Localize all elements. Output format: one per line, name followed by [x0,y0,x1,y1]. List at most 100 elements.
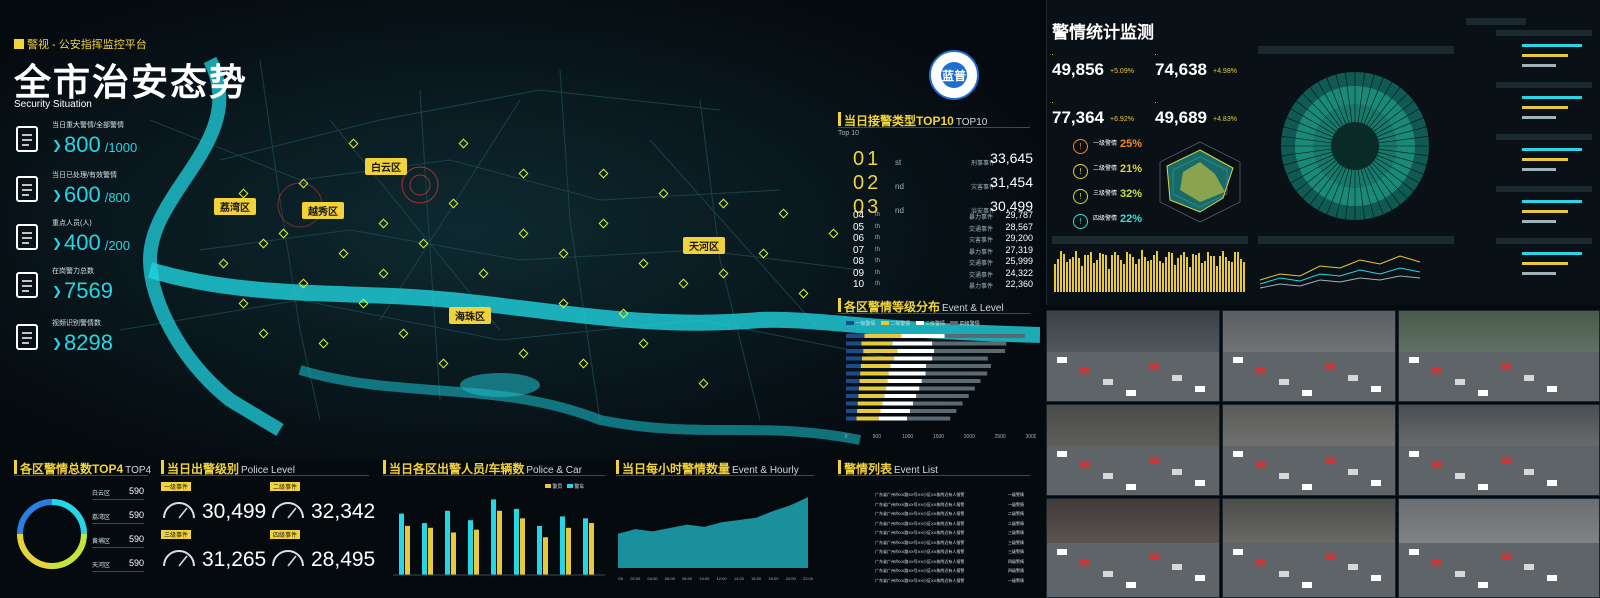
event-row[interactable]: 广东省广州市XX路XX号XX小区XX栋附近有人报警 一级警情 [853,502,1053,511]
level-bar-segment [846,364,861,368]
event-row[interactable]: 广东省广州市XX路XX号XX小区XX栋附近有人报警 三级警情 [853,549,1053,558]
camera-feed[interactable] [1046,498,1220,598]
camera-feed[interactable] [1398,310,1600,402]
event-row[interactable]: 广东省广州市XX路XX号XX小区XX栋附近有人报警 二级警情 [853,511,1053,520]
top10-rank: 02 [853,172,882,194]
top10-rank: 06 [853,233,865,244]
camera-vehicle [1302,582,1312,588]
monitor-bar [1174,265,1176,292]
police-car-title-en: Police & Car [526,465,582,476]
camera-feed[interactable] [1398,498,1600,598]
top10-category: 交通事件 [968,261,993,267]
top5-block [1496,238,1592,287]
district-label-baiyun[interactable]: 白云区 [365,158,407,175]
top10-rank: 01 [853,148,882,170]
camera-vehicle [1057,357,1067,363]
monitor-bar [1105,255,1107,292]
district-label-liwan[interactable]: 荔湾区 [214,198,256,215]
event-text: 广东省广州市XX路XX号XX小区XX栋附近有人报警 [875,549,965,554]
top10-suffix: st [895,158,902,167]
event-row[interactable]: 广东省广州市XX路XX号XX小区XX栋附近有人报警 三级警情 [853,540,1053,549]
top5-block [1496,30,1592,79]
monitor-bar [1165,257,1167,292]
top4-title: 各区警情总数TOP4 [20,462,124,476]
top10-category: 暴力事件 [968,215,993,221]
hourly-title-en: Event & Hourly [732,465,799,476]
level-percent: 22% [1120,213,1143,225]
police-car-bar [474,529,479,575]
monitor-bar [1141,250,1143,292]
top10-suffix: nd [895,182,904,191]
top10-suffix: th [875,258,881,264]
camera-feed[interactable] [1222,310,1396,402]
camera-feed[interactable] [1046,404,1220,496]
level-bar-segment [860,371,889,376]
district-label-tianhe[interactable]: 天河区 [683,237,725,254]
level-bar-segment [846,379,860,383]
event-row[interactable]: 广东省广州市XX路XX号XX小区XX栋附近有人报警 一级警情 [853,578,1053,587]
event-level: 二级警情 [1008,511,1024,516]
camera-vehicle [1233,549,1243,555]
chevron-right-icon: ❯ [52,284,63,298]
district-label-yuexiu[interactable]: 越秀区 [302,202,344,219]
monitor-bar [1072,257,1074,292]
event-row[interactable]: 广东省广州市XX路XX号XX小区XX栋附近有人报警 四级警情 [853,559,1053,568]
top10-value: 28,567 [1005,221,1033,232]
police-car-bar [445,510,450,575]
legend-level2: 二级警情 [890,321,911,327]
monitor-bar [1132,257,1134,292]
hourly-axis-tick: 08:00 [682,576,693,581]
bar-panel-header [1052,236,1248,244]
camera-vehicle [1547,575,1557,581]
police-level-value: 32,342 [311,500,376,523]
person-warning-icon [14,222,40,252]
camera-feed[interactable] [1222,404,1396,496]
police-car-bar [537,525,542,575]
monitor-bar [1156,251,1158,292]
camera-feed[interactable] [1222,498,1396,598]
camera-vehicle [1172,469,1182,476]
camera-feed[interactable] [1046,310,1220,402]
top10-value: 22,360 [1005,279,1033,289]
top4-title-en: TOP4 [125,465,152,476]
top10-header: 当日接警类型TOP10 TOP10 [838,112,1030,128]
alarm-icon: ! [1073,189,1088,204]
camera-vehicle [1103,571,1113,577]
top5-bar [1522,272,1556,275]
top5-block-header [1496,134,1592,140]
kpi-value: 49,856 [1052,60,1104,79]
camera-vehicle [1371,386,1381,393]
camera-vehicle [1195,480,1205,487]
top10-rank: 04 [853,210,865,221]
police-car-bar [468,520,473,575]
kpi-value: 49,689 [1155,108,1207,127]
level-bar-segment [892,341,933,346]
camera-vehicle [1126,390,1136,396]
police-car-bar [543,537,548,575]
top5-bar [1522,200,1582,203]
hourly-axis-tick: 14:00 [734,576,745,581]
event-row[interactable]: 广东省广州市XX路XX号XX小区XX栋附近有人报警 一级警情 [853,492,1053,501]
event-row[interactable]: 广东省广州市XX路XX号XX小区XX栋附近有人报警 三级警情 [853,530,1053,539]
camera-vehicle [1302,484,1312,490]
stat-total: /200 [104,238,131,253]
stat-value: 400/200 [64,230,130,256]
top4-row: 白云区 590 [92,486,144,500]
police-car-bar [583,518,588,575]
stat-value: 8298 [64,330,117,356]
camera-vehicle [1057,549,1067,555]
monitor-bar [1066,262,1068,292]
level-bar-segment [884,394,917,398]
camera-vehicle [1478,390,1488,396]
camera-feed[interactable] [1398,404,1600,496]
top10-suffix: th [875,281,881,287]
event-level: 一级警情 [1008,492,1024,497]
top5-bar [1522,168,1556,171]
stat-number: 400 [64,230,101,255]
event-row[interactable]: 广东省广州市XX路XX号XX小区XX栋附近有人报警 四级警情 [853,568,1053,577]
district-label-haizhu[interactable]: 海珠区 [449,307,491,324]
police-car-bar [451,532,456,575]
kpi-card: 49,856 +5.09% [1052,48,1152,88]
event-row[interactable]: 广东省广州市XX路XX号XX小区XX栋附近有人报警 二级警情 [853,521,1053,530]
stat-number: 600 [64,182,101,207]
